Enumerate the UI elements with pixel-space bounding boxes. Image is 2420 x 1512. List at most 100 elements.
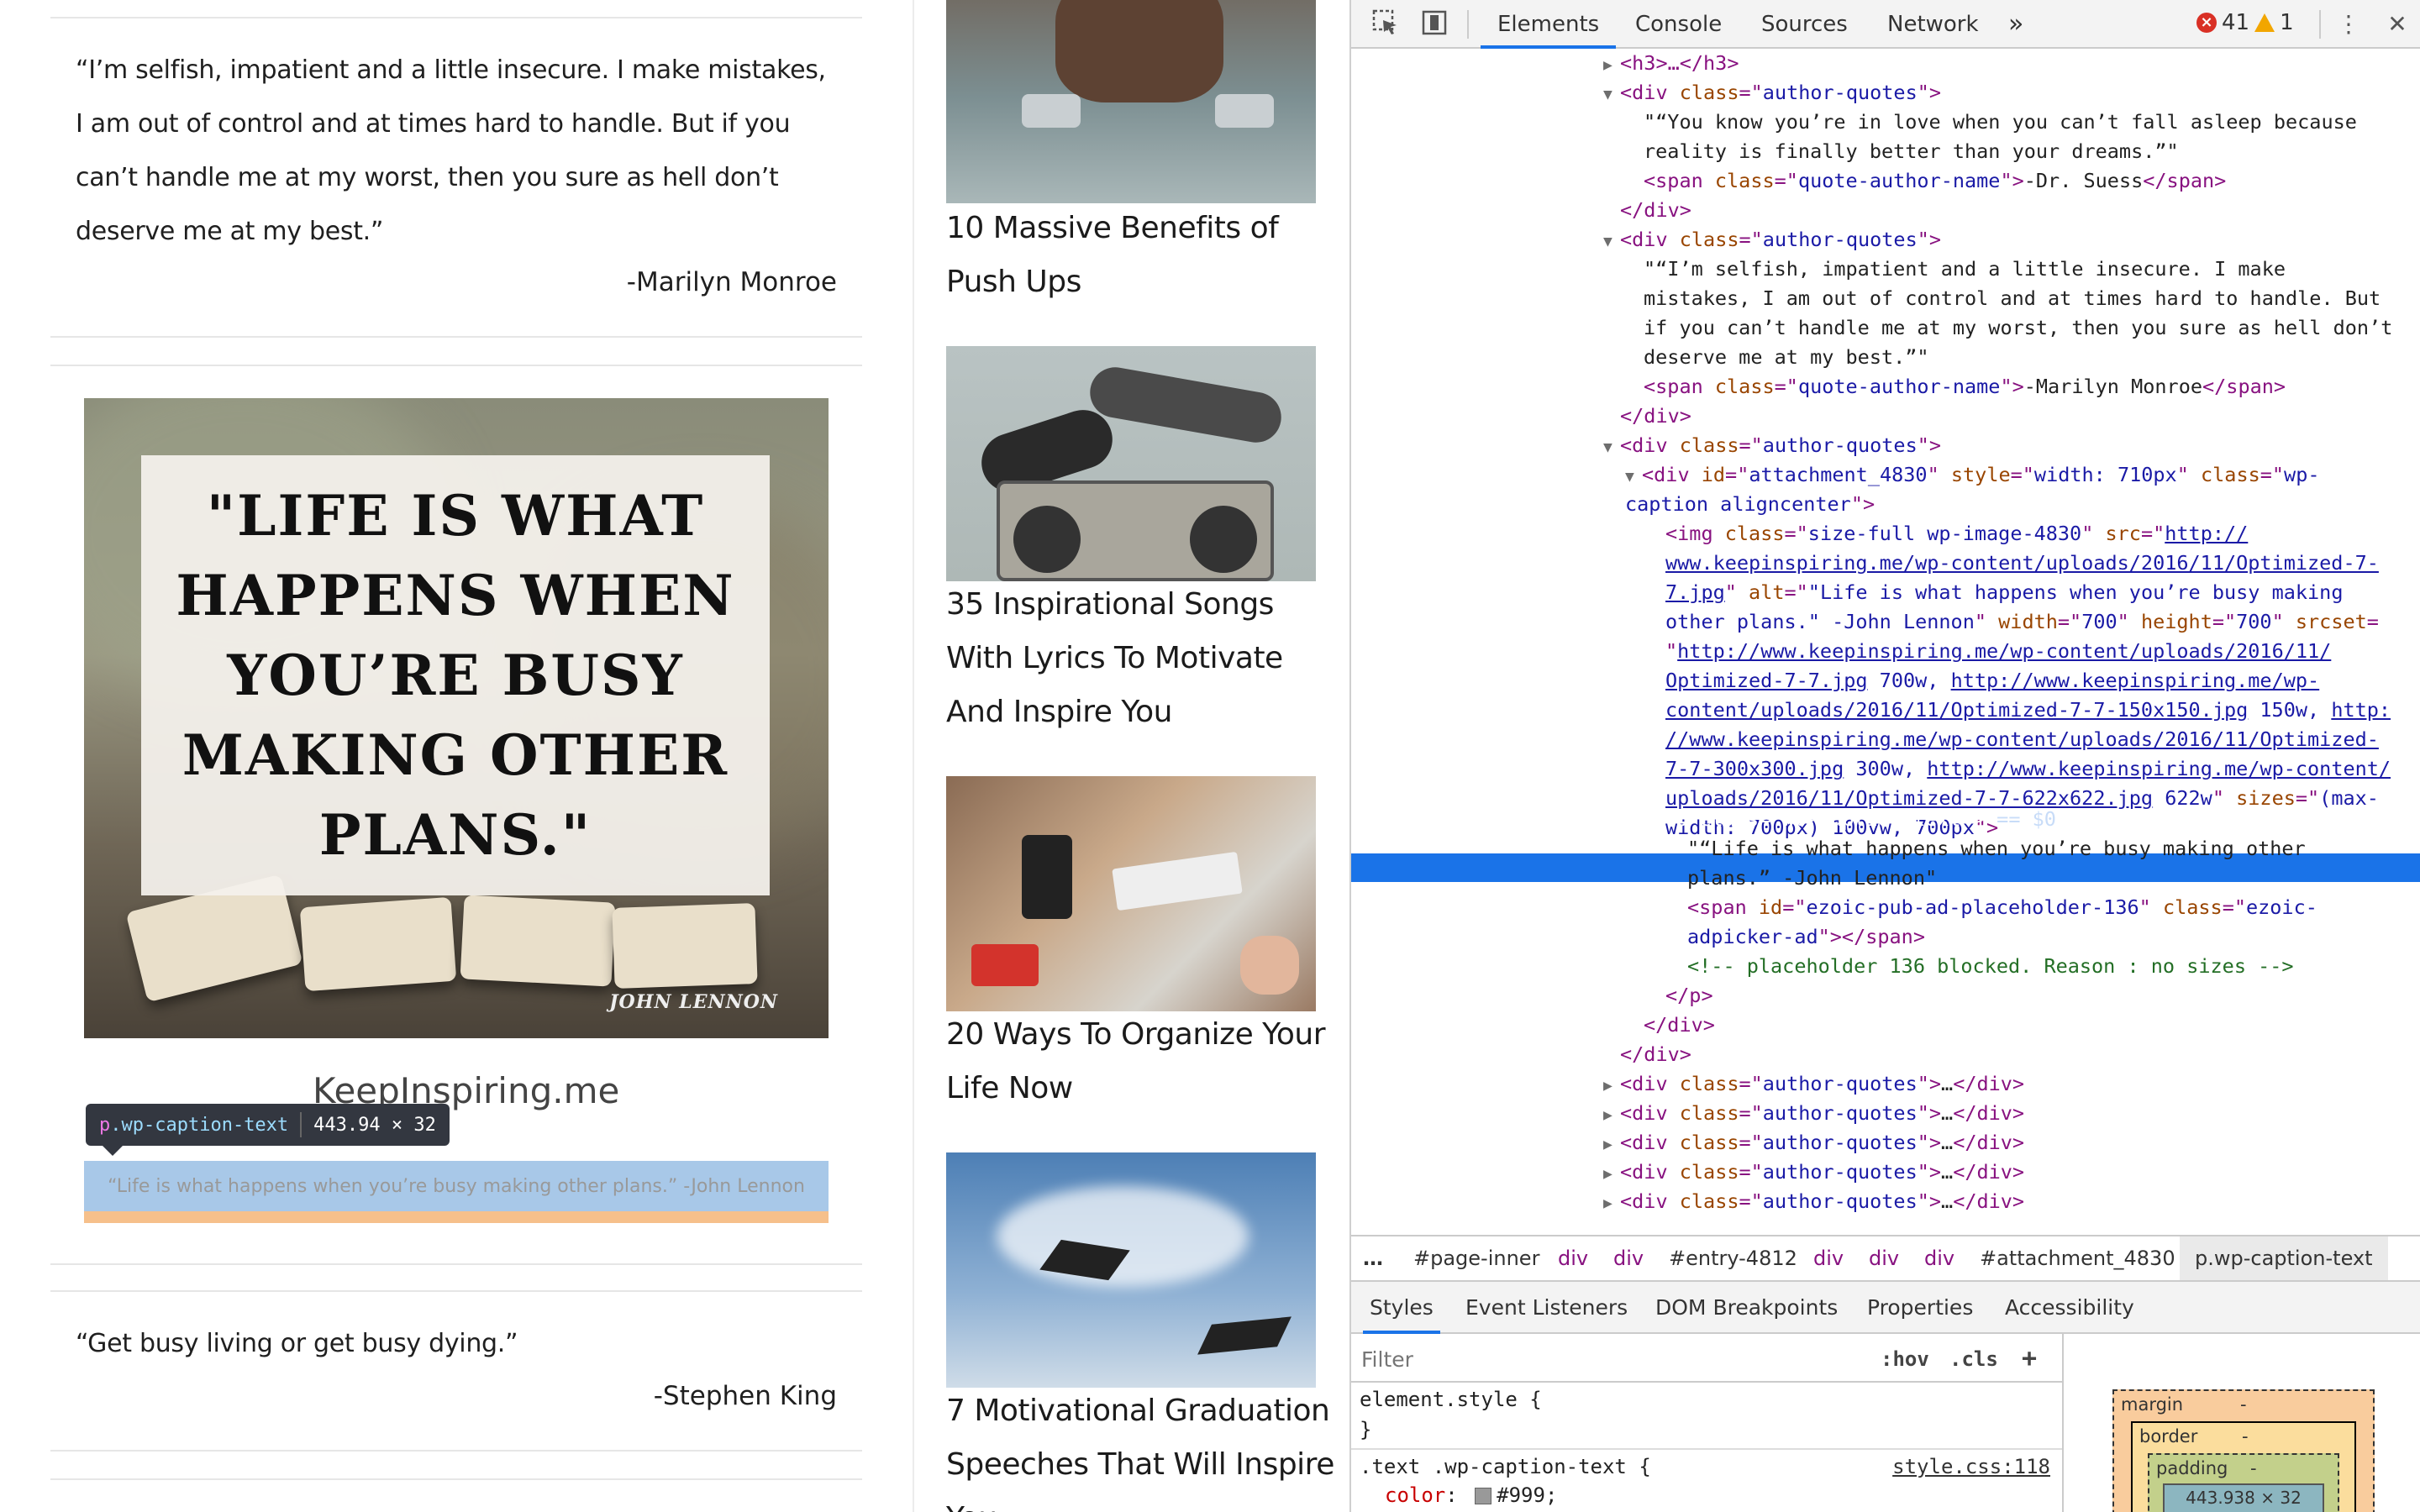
tab-elements[interactable]: Elements (1481, 0, 1617, 49)
more-tabs-icon[interactable]: » (2008, 0, 2023, 49)
styles-pane: :hov .cls + element.style { } .text .wp-… (1351, 1334, 2064, 1512)
dom-node[interactable]: ▼ <div id="attachment_4830" style="width:… (1625, 460, 2320, 490)
post-title-songs[interactable]: 35 Inspirational Songs With Lyrics To Mo… (946, 578, 1341, 739)
dom-node-collapsed[interactable]: ▶ <div class="author-quotes">…</div> (1603, 1069, 2024, 1099)
element-style-rule[interactable]: element.style { (1360, 1388, 1542, 1411)
dom-tree[interactable]: ▶ <h3>…</h3> ▼ <div class="author-quotes">… (1351, 49, 2420, 1235)
tab-event-listeners[interactable]: Event Listeners (1465, 1282, 1628, 1334)
tab-network[interactable]: Network (1887, 0, 1979, 49)
tab-console[interactable]: Console (1635, 0, 1722, 49)
warning-count: 1 (2280, 10, 2294, 35)
dom-node-collapsed[interactable]: ▶ <div class="author-quotes">…</div> (1603, 1099, 2024, 1128)
tab-accessibility[interactable]: Accessibility (2005, 1282, 2134, 1334)
inspect-element-icon[interactable] (1370, 8, 1402, 40)
breadcrumb-item[interactable]: div (1869, 1236, 1899, 1280)
dom-text[interactable]: "“You know you’re in love when you can’t… (1644, 108, 2357, 137)
divider (50, 1478, 862, 1480)
node-actions-icon[interactable]: ⋯ (1356, 805, 1368, 834)
pushups-thumbnail[interactable] (946, 0, 1316, 203)
dom-node[interactable]: <img class="size-full wp-image-4830" src… (1665, 519, 2248, 549)
box-model-padding[interactable]: padding - 443.938 × 32 (2148, 1453, 2339, 1512)
error-warning-counter[interactable]: × 41 1 (2196, 10, 2294, 35)
device-toolbar-icon[interactable] (1418, 8, 1450, 40)
dom-node[interactable]: <span id="ezoic-pub-ad-placeholder-136" … (1687, 893, 2317, 922)
kebab-menu-icon[interactable]: ⋮ (2333, 8, 2365, 40)
dom-node[interactable]: <span class="quote-author-name">-Marilyn… (1644, 372, 2286, 402)
tab-styles[interactable]: Styles (1363, 1282, 1440, 1334)
tab-properties[interactable]: Properties (1867, 1282, 1973, 1334)
dom-node[interactable]: </div> (1620, 1040, 1691, 1069)
rule-source-link[interactable]: style.css:118 (1892, 1455, 2050, 1478)
dom-link[interactable]: //www.keepinspiring.me/wp-content/upload… (1665, 725, 2379, 754)
box-model-border[interactable]: border - padding - 443.938 × 32 (2131, 1421, 2356, 1512)
dom-node-collapsed[interactable]: ▶ <div class="author-quotes">…</div> (1603, 1187, 2024, 1216)
color-swatch[interactable] (1475, 1488, 1492, 1504)
dom-breadcrumb: … #page-inner div div #entry-4812 div di… (1351, 1235, 2420, 1282)
breadcrumb-item[interactable]: #entry-4812 (1669, 1236, 1797, 1280)
quote-author-king: -Stephen King (653, 1381, 837, 1411)
dom-node[interactable]: caption aligncenter"> (1625, 490, 1875, 519)
quote-text-king: “Get busy living or get busy dying.” (76, 1329, 518, 1358)
dom-link[interactable]: 7-7-300x300.jpg 300w, http://www.keepins… (1665, 754, 2391, 784)
tab-dom-breakpoints[interactable]: DOM Breakpoints (1655, 1282, 1838, 1334)
songs-thumbnail[interactable] (946, 346, 1316, 581)
breadcrumb-more[interactable]: … (1363, 1236, 1383, 1280)
dom-node[interactable]: </p> (1665, 981, 1713, 1011)
post-title-pushups[interactable]: 10 Massive Benefits of Push Ups (946, 202, 1341, 309)
post-title-graduation[interactable]: 7 Motivational Graduation Speeches That … (946, 1384, 1341, 1512)
breadcrumb-item[interactable]: div (1924, 1236, 1954, 1280)
tab-sources[interactable]: Sources (1761, 0, 1848, 49)
dom-node-collapsed[interactable]: ▶ <div class="author-quotes">…</div> (1603, 1158, 2024, 1187)
dom-node[interactable]: </div> (1644, 1011, 1715, 1040)
breadcrumb-item[interactable]: #page-inner (1413, 1236, 1539, 1280)
class-toggle[interactable]: .cls (1949, 1341, 1998, 1378)
dom-node[interactable]: 7.jpg" alt=""Life is what happens when y… (1665, 578, 2343, 607)
dom-text[interactable]: "“I’m selfish, impatient and a little in… (1644, 255, 2286, 284)
dom-text[interactable]: mistakes, I am out of control and at tim… (1644, 284, 2381, 313)
box-model-content[interactable]: 443.938 × 32 (2163, 1483, 2324, 1512)
box-model-margin[interactable]: margin - border - padding - 443.938 × 32 (2112, 1389, 2375, 1512)
devtools-panel: Elements Console Sources Network » × 41 … (1349, 0, 2420, 1512)
dom-text[interactable]: reality is finally better than your drea… (1644, 137, 2179, 166)
inspect-tooltip: p .wp-caption-text 443.94 × 32 (86, 1104, 450, 1156)
graduation-thumbnail[interactable] (946, 1152, 1316, 1388)
new-rule-button[interactable]: + (2022, 1341, 2037, 1378)
dom-node[interactable]: <span class="quote-author-name">-Dr. Sue… (1644, 166, 2226, 196)
dom-link[interactable]: "http://www.keepinspiring.me/wp-content/… (1665, 637, 2331, 666)
dom-node[interactable]: adpicker-ad"></span> (1687, 922, 1925, 952)
css-declaration[interactable]: color: #999; (1385, 1483, 1557, 1507)
post-title-organize[interactable]: 20 Ways To Organize Your Life Now (946, 1008, 1341, 1116)
lennon-quote-image[interactable]: "LIFE IS WHAT HAPPENS WHEN YOU’RE BUSY M… (84, 398, 829, 1038)
dom-link[interactable]: Optimized-7-7.jpg 700w, http://www.keepi… (1665, 666, 2319, 696)
breadcrumb-item[interactable]: div (1613, 1236, 1644, 1280)
styles-filter-bar: :hov .cls + (1351, 1334, 2062, 1383)
close-icon[interactable]: ✕ (2381, 8, 2413, 40)
css-rule-selector[interactable]: .text .wp-caption-text { (1360, 1455, 1651, 1478)
breadcrumb-item[interactable]: div (1558, 1236, 1588, 1280)
dom-node[interactable]: ▼ <div class="author-quotes"> (1603, 431, 1941, 460)
webpage-viewport: “I’m selfish, impatient and a little ins… (0, 0, 1349, 1512)
breadcrumb-item-selected[interactable]: p.wp-caption-text (2180, 1236, 2388, 1280)
dom-node-collapsed[interactable]: ▶ <div class="author-quotes">…</div> (1603, 1128, 2024, 1158)
tooltip-tag: p (99, 1114, 111, 1136)
hover-state-toggle[interactable]: :hov (1881, 1341, 1929, 1378)
dom-node[interactable]: ▼ <div class="author-quotes"> (1603, 225, 1941, 255)
organize-thumbnail[interactable] (946, 776, 1316, 1011)
breadcrumb-item[interactable]: div (1813, 1236, 1844, 1280)
dom-text[interactable]: plans.” -John Lennon" (1687, 864, 1937, 893)
dom-node[interactable]: </div> (1620, 402, 1691, 431)
dom-text[interactable]: "“Life is what happens when you’re busy … (1687, 834, 2306, 864)
dom-link[interactable]: content/uploads/2016/11/Optimized-7-7-15… (1665, 696, 2391, 725)
dom-node[interactable]: </div> (1620, 196, 1691, 225)
dom-comment[interactable]: <!-- placeholder 136 blocked. Reason : n… (1687, 952, 2294, 981)
dom-link[interactable]: www.keepinspiring.me/wp-content/uploads/… (1665, 549, 2379, 578)
styles-filter-input[interactable] (1358, 1341, 1946, 1378)
breadcrumb-item[interactable]: #attachment_4830 (1980, 1236, 2175, 1280)
dom-node[interactable]: other plans." -John Lennon" width="700" … (1665, 607, 2379, 637)
dom-node[interactable]: ▶ <h3>…</h3> (1603, 49, 1739, 78)
dom-node[interactable]: ▼ <div class="author-quotes"> (1603, 78, 1941, 108)
dom-text[interactable]: deserve me at my best.”" (1644, 343, 1929, 372)
selected-dom-node[interactable]: ▼ <p class="wp-caption-text"> == $0 (1647, 805, 2056, 834)
dom-text[interactable]: if you can’t handle me at my worst, then… (1644, 313, 2392, 343)
warning-icon (2254, 13, 2275, 32)
